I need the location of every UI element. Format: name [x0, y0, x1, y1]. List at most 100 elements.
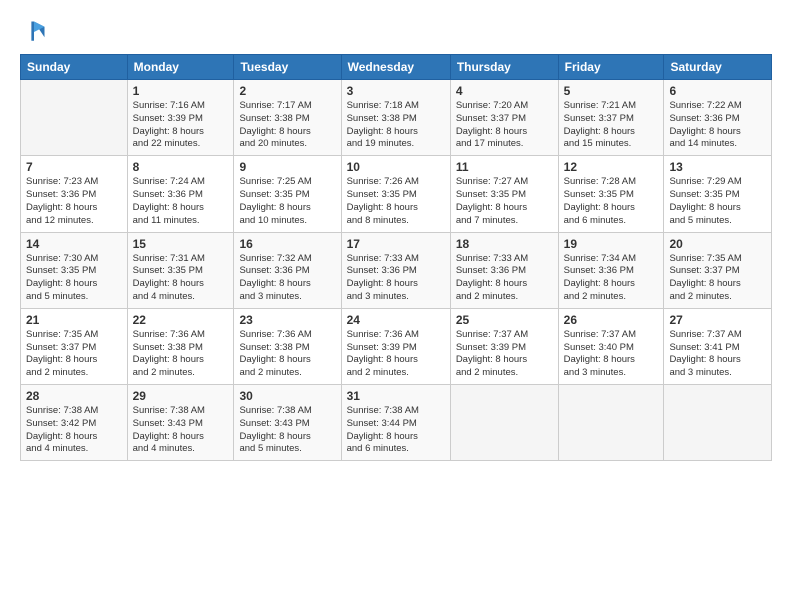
weekday-header: Saturday	[664, 55, 772, 80]
cell-date: 31	[347, 389, 445, 403]
calendar-cell: 19 Sunrise: 7:34 AMSunset: 3:36 PMDayligh…	[558, 232, 664, 308]
calendar-header-row: SundayMondayTuesdayWednesdayThursdayFrid…	[21, 55, 772, 80]
calendar-cell	[450, 385, 558, 461]
cell-info: Sunrise: 7:36 AMSunset: 3:39 PMDaylight:…	[347, 329, 445, 380]
cell-info: Sunrise: 7:29 AMSunset: 3:35 PMDaylight:…	[669, 176, 766, 227]
calendar-cell	[664, 385, 772, 461]
calendar-week-row: 28 Sunrise: 7:38 AMSunset: 3:42 PMDayligh…	[21, 385, 772, 461]
calendar-cell: 8Sunrise: 7:24 AMSunset: 3:36 PMDaylight…	[127, 156, 234, 232]
calendar-table: SundayMondayTuesdayWednesdayThursdayFrid…	[20, 54, 772, 461]
cell-info: Sunrise: 7:25 AMSunset: 3:35 PMDaylight:…	[239, 176, 335, 227]
calendar-cell: 25 Sunrise: 7:37 AMSunset: 3:39 PMDayligh…	[450, 308, 558, 384]
cell-date: 2	[239, 84, 335, 98]
cell-date: 30	[239, 389, 335, 403]
cell-info: Sunrise: 7:24 AMSunset: 3:36 PMDaylight:…	[133, 176, 229, 227]
weekday-header: Wednesday	[341, 55, 450, 80]
cell-date: 10	[347, 160, 445, 174]
cell-date: 22	[133, 313, 229, 327]
cell-date: 26	[564, 313, 659, 327]
cell-info: Sunrise: 7:18 AMSunset: 3:38 PMDaylight:…	[347, 100, 445, 151]
cell-date: 3	[347, 84, 445, 98]
weekday-header: Friday	[558, 55, 664, 80]
logo-icon	[20, 18, 48, 46]
header	[20, 18, 772, 46]
calendar-cell: 13 Sunrise: 7:29 AMSunset: 3:35 PMDayligh…	[664, 156, 772, 232]
cell-date: 13	[669, 160, 766, 174]
weekday-header: Thursday	[450, 55, 558, 80]
cell-info: Sunrise: 7:37 AMSunset: 3:41 PMDaylight:…	[669, 329, 766, 380]
calendar-cell: 23Sunrise: 7:36 AMSunset: 3:38 PMDayligh…	[234, 308, 341, 384]
calendar-week-row: 1 Sunrise: 7:16 AMSunset: 3:39 PMDaylight…	[21, 80, 772, 156]
cell-date: 11	[456, 160, 553, 174]
cell-info: Sunrise: 7:31 AMSunset: 3:35 PMDaylight:…	[133, 253, 229, 304]
cell-info: Sunrise: 7:21 AMSunset: 3:37 PMDaylight:…	[564, 100, 659, 151]
cell-date: 5	[564, 84, 659, 98]
calendar-week-row: 21 Sunrise: 7:35 AMSunset: 3:37 PMDayligh…	[21, 308, 772, 384]
calendar-cell: 10 Sunrise: 7:26 AMSunset: 3:35 PMDayligh…	[341, 156, 450, 232]
calendar-cell: 18 Sunrise: 7:33 AMSunset: 3:36 PMDayligh…	[450, 232, 558, 308]
calendar-cell: 9Sunrise: 7:25 AMSunset: 3:35 PMDaylight…	[234, 156, 341, 232]
weekday-header: Sunday	[21, 55, 128, 80]
calendar-cell: 14Sunrise: 7:30 AMSunset: 3:35 PMDayligh…	[21, 232, 128, 308]
cell-info: Sunrise: 7:33 AMSunset: 3:36 PMDaylight:…	[347, 253, 445, 304]
cell-info: Sunrise: 7:33 AMSunset: 3:36 PMDaylight:…	[456, 253, 553, 304]
cell-date: 19	[564, 237, 659, 251]
calendar-cell: 24 Sunrise: 7:36 AMSunset: 3:39 PMDayligh…	[341, 308, 450, 384]
cell-date: 27	[669, 313, 766, 327]
calendar-cell: 15 Sunrise: 7:31 AMSunset: 3:35 PMDayligh…	[127, 232, 234, 308]
cell-info: Sunrise: 7:38 AMSunset: 3:42 PMDaylight:…	[26, 405, 122, 456]
cell-info: Sunrise: 7:32 AMSunset: 3:36 PMDaylight:…	[239, 253, 335, 304]
cell-info: Sunrise: 7:38 AMSunset: 3:43 PMDaylight:…	[239, 405, 335, 456]
calendar-cell	[21, 80, 128, 156]
cell-info: Sunrise: 7:37 AMSunset: 3:39 PMDaylight:…	[456, 329, 553, 380]
cell-date: 12	[564, 160, 659, 174]
cell-info: Sunrise: 7:26 AMSunset: 3:35 PMDaylight:…	[347, 176, 445, 227]
calendar-cell: 12 Sunrise: 7:28 AMSunset: 3:35 PMDayligh…	[558, 156, 664, 232]
calendar-cell: 21 Sunrise: 7:35 AMSunset: 3:37 PMDayligh…	[21, 308, 128, 384]
cell-date: 24	[347, 313, 445, 327]
calendar-cell: 17 Sunrise: 7:33 AMSunset: 3:36 PMDayligh…	[341, 232, 450, 308]
cell-info: Sunrise: 7:35 AMSunset: 3:37 PMDaylight:…	[669, 253, 766, 304]
cell-date: 29	[133, 389, 229, 403]
cell-date: 21	[26, 313, 122, 327]
calendar-cell: 16 Sunrise: 7:32 AMSunset: 3:36 PMDayligh…	[234, 232, 341, 308]
calendar-cell: 28 Sunrise: 7:38 AMSunset: 3:42 PMDayligh…	[21, 385, 128, 461]
calendar-cell: 3 Sunrise: 7:18 AMSunset: 3:38 PMDaylight…	[341, 80, 450, 156]
cell-info: Sunrise: 7:35 AMSunset: 3:37 PMDaylight:…	[26, 329, 122, 380]
calendar-cell: 6 Sunrise: 7:22 AMSunset: 3:36 PMDaylight…	[664, 80, 772, 156]
cell-info: Sunrise: 7:22 AMSunset: 3:36 PMDaylight:…	[669, 100, 766, 151]
cell-date: 25	[456, 313, 553, 327]
calendar-cell: 27 Sunrise: 7:37 AMSunset: 3:41 PMDayligh…	[664, 308, 772, 384]
cell-info: Sunrise: 7:16 AMSunset: 3:39 PMDaylight:…	[133, 100, 229, 151]
cell-date: 7	[26, 160, 122, 174]
calendar-cell	[558, 385, 664, 461]
logo	[20, 18, 50, 46]
cell-info: Sunrise: 7:36 AMSunset: 3:38 PMDaylight:…	[239, 329, 335, 380]
calendar-cell: 29 Sunrise: 7:38 AMSunset: 3:43 PMDayligh…	[127, 385, 234, 461]
cell-info: Sunrise: 7:17 AMSunset: 3:38 PMDaylight:…	[239, 100, 335, 151]
cell-date: 17	[347, 237, 445, 251]
cell-date: 28	[26, 389, 122, 403]
weekday-header: Tuesday	[234, 55, 341, 80]
cell-date: 1	[133, 84, 229, 98]
calendar-cell: 30 Sunrise: 7:38 AMSunset: 3:43 PMDayligh…	[234, 385, 341, 461]
cell-info: Sunrise: 7:27 AMSunset: 3:35 PMDaylight:…	[456, 176, 553, 227]
cell-info: Sunrise: 7:30 AMSunset: 3:35 PMDaylight:…	[26, 253, 122, 304]
cell-date: 16	[239, 237, 335, 251]
calendar-cell: 22 Sunrise: 7:36 AMSunset: 3:38 PMDayligh…	[127, 308, 234, 384]
cell-info: Sunrise: 7:34 AMSunset: 3:36 PMDaylight:…	[564, 253, 659, 304]
cell-info: Sunrise: 7:37 AMSunset: 3:40 PMDaylight:…	[564, 329, 659, 380]
cell-date: 18	[456, 237, 553, 251]
cell-date: 15	[133, 237, 229, 251]
calendar-cell: 7Sunrise: 7:23 AMSunset: 3:36 PMDaylight…	[21, 156, 128, 232]
cell-date: 20	[669, 237, 766, 251]
calendar-cell: 4Sunrise: 7:20 AMSunset: 3:37 PMDaylight…	[450, 80, 558, 156]
cell-date: 6	[669, 84, 766, 98]
cell-info: Sunrise: 7:38 AMSunset: 3:43 PMDaylight:…	[133, 405, 229, 456]
calendar-cell: 11 Sunrise: 7:27 AMSunset: 3:35 PMDayligh…	[450, 156, 558, 232]
cell-info: Sunrise: 7:36 AMSunset: 3:38 PMDaylight:…	[133, 329, 229, 380]
cell-date: 4	[456, 84, 553, 98]
calendar-cell: 26 Sunrise: 7:37 AMSunset: 3:40 PMDayligh…	[558, 308, 664, 384]
cell-info: Sunrise: 7:28 AMSunset: 3:35 PMDaylight:…	[564, 176, 659, 227]
calendar-cell: 2 Sunrise: 7:17 AMSunset: 3:38 PMDaylight…	[234, 80, 341, 156]
